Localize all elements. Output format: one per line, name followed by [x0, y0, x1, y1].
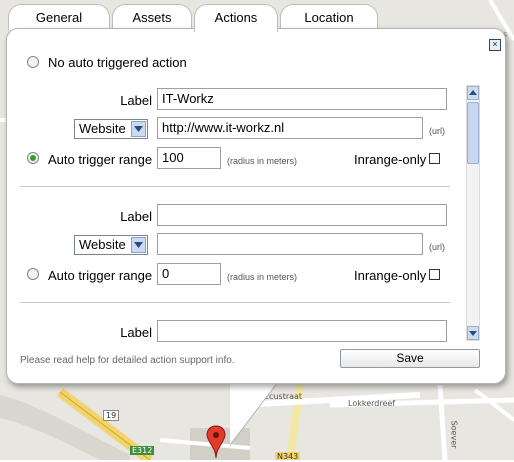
- inrange-checkbox[interactable]: [429, 269, 440, 280]
- scroll-down-button[interactable]: [467, 326, 479, 340]
- chevron-down-icon: [469, 331, 477, 336]
- auto-trigger-label: Auto trigger range: [48, 268, 153, 283]
- inrange-label: Inrange-only: [354, 268, 427, 283]
- label-input[interactable]: [157, 204, 447, 226]
- help-note: Please read help for detailed action sup…: [20, 355, 235, 366]
- chevron-up-icon: [469, 90, 477, 95]
- action-type-value: Website: [79, 237, 126, 252]
- tab-general[interactable]: General: [8, 4, 110, 30]
- road-badge-19: 19: [103, 410, 120, 421]
- tab-location[interactable]: Location: [280, 4, 378, 30]
- action-divider: [20, 302, 450, 303]
- label-caption: Label: [120, 93, 152, 108]
- scroll-thumb[interactable]: [467, 102, 479, 164]
- action-type-value: Website: [79, 121, 126, 136]
- inrange-checkbox[interactable]: [429, 153, 440, 164]
- no-auto-label: No auto triggered action: [48, 54, 187, 70]
- actions-scroll-area[interactable]: Label IT-Workz Website http://www.it-wor…: [20, 80, 480, 345]
- action-type-select[interactable]: Website: [74, 119, 148, 139]
- auto-trigger-radio[interactable]: [27, 268, 39, 280]
- url-hint: (url): [429, 126, 445, 136]
- chevron-down-icon: [131, 237, 146, 253]
- url-input[interactable]: http://www.it-workz.nl: [157, 117, 423, 139]
- map-street-label: Lokkerdreef: [348, 399, 396, 408]
- no-auto-row: No auto triggered action: [27, 54, 187, 70]
- label-input[interactable]: [157, 320, 447, 342]
- no-auto-radio[interactable]: [27, 56, 39, 68]
- label-caption: Label: [120, 209, 152, 224]
- map-street-label: Soever: [449, 420, 459, 449]
- close-icon[interactable]: ×: [489, 39, 501, 51]
- tab-actions[interactable]: Actions: [194, 4, 278, 32]
- url-input[interactable]: [157, 233, 423, 255]
- range-input[interactable]: 0: [157, 263, 221, 285]
- tab-assets[interactable]: Assets: [112, 4, 192, 30]
- action-type-select[interactable]: Website: [74, 235, 148, 255]
- actions-scrollbar[interactable]: [466, 85, 480, 341]
- range-input[interactable]: 100: [157, 147, 221, 169]
- chevron-down-icon: [131, 121, 146, 137]
- inrange-label: Inrange-only: [354, 152, 427, 167]
- url-hint: (url): [429, 242, 445, 252]
- save-button[interactable]: Save: [340, 349, 480, 368]
- road-badge-e312: E312: [130, 446, 155, 455]
- scroll-up-button[interactable]: [467, 86, 479, 100]
- label-caption: Label: [120, 325, 152, 340]
- label-input[interactable]: IT-Workz: [157, 88, 447, 110]
- action-divider: [20, 186, 450, 187]
- bubble-pointer: [230, 382, 279, 446]
- range-hint: (radius in meters): [227, 272, 298, 282]
- auto-trigger-label: Auto trigger range: [48, 152, 153, 167]
- range-hint: (radius in meters): [227, 156, 298, 166]
- auto-trigger-radio[interactable]: [27, 152, 39, 164]
- location-marker-icon[interactable]: [204, 424, 228, 460]
